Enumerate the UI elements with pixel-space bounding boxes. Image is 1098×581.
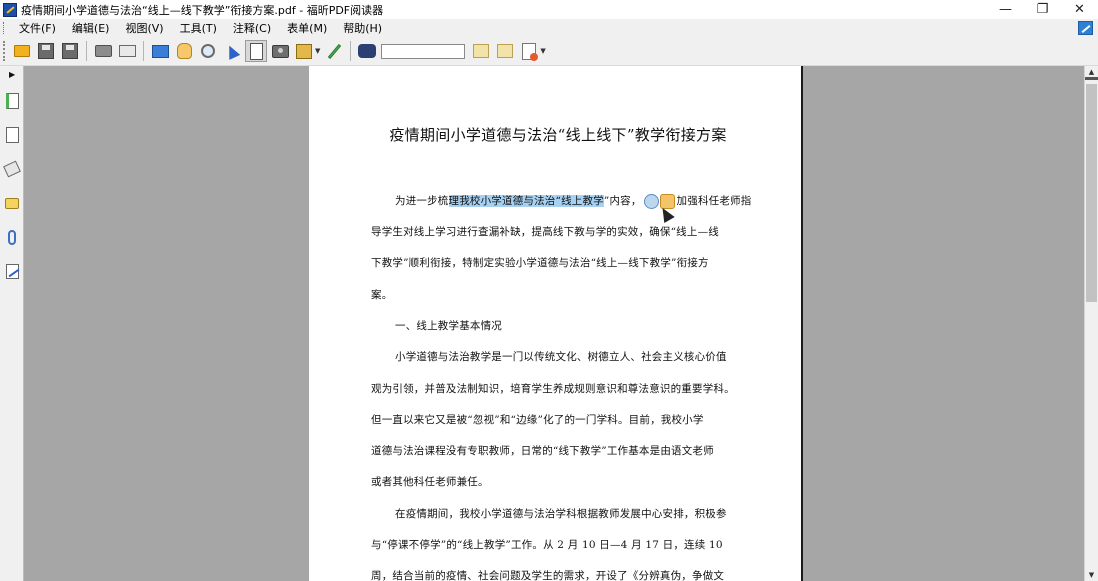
navigation-panel: ▶ [0,66,24,581]
vertical-scrollbar[interactable]: ▲ ▼ [1084,66,1098,581]
document-workspace[interactable]: 疫情期间小学道德与法治“线上线下”教学衔接方案 为进一步梳理我校小学道德与法治“… [24,66,1084,581]
paragraph-line: 与“停课不停学”的“线上教学”工作。从 2 月 10 日—4 月 17 日，连续… [371,539,723,551]
stamp-icon [296,43,312,59]
selection-popup[interactable] [643,193,675,209]
email-icon [118,45,136,57]
signatures-tab[interactable] [3,262,21,280]
fullscreen-button[interactable] [149,40,171,62]
zoom-icon [201,44,215,58]
minimize-button[interactable]: — [987,0,1024,19]
menu-edit[interactable]: 编辑(E) [64,20,118,36]
paperclip-icon [8,229,16,245]
select-arrow-icon [223,42,241,60]
page-thumbnail-icon [5,127,19,143]
restore-button[interactable]: ❐ [1024,0,1061,19]
save-icon [38,43,54,59]
menu-grip[interactable] [3,22,7,34]
search-input[interactable] [381,43,466,59]
layers-tab[interactable] [3,160,21,178]
paragraph-line: 小学道德与法治教学是一门以传统文化、树德立人、社会主义核心价值 [395,351,727,363]
pen-icon [327,43,342,59]
scroll-thumb[interactable] [1086,84,1097,302]
email-button[interactable] [116,40,138,62]
expand-panel-icon[interactable]: ▶ [9,70,15,79]
select-text-icon [249,42,263,60]
text-run: 加强科任老师指 [676,195,752,207]
paragraph-line: 周，结合当前的疫情、社会问题及学生的需求，开设了《分辨真伪，争做文 [371,570,725,581]
open-button[interactable] [11,40,33,62]
toolbar: ▼ ▼ [0,37,1098,66]
next-result-button[interactable] [494,40,516,62]
paragraph-line: 或者其他科任老师兼任。 [371,476,489,488]
menu-form[interactable]: 表单(M) [279,20,335,36]
image-icon[interactable] [1078,21,1093,35]
toolbar-separator [350,41,352,61]
hand-tool-button[interactable] [173,40,195,62]
text-run: 为进一步梳 [395,195,449,207]
menu-comment[interactable]: 注释(C) [225,20,279,36]
title-bar: 疫情期间小学道德与法治“线上—线下教学”衔接方案.pdf - 福昕PDF阅读器 … [0,0,1098,19]
close-button[interactable]: ✕ [1061,0,1098,19]
comment-icon [5,197,19,209]
paragraph-line: 导学生对线上学习进行查漏补缺，提高线下教与学的实效，确保“线上—线 [371,226,719,238]
window-title: 疫情期间小学道德与法治“线上—线下教学”衔接方案.pdf - 福昕PDF阅读器 [21,3,384,17]
paragraph-line: 道德与法治课程没有专职教师，日常的“线下教学”工作基本是由语文老师 [371,445,714,457]
window-controls: — ❐ ✕ [987,0,1098,19]
toolbar-separator [143,41,144,61]
save-button[interactable] [35,40,57,62]
section-heading: 一、线上教学基本情况 [395,320,502,332]
attachments-tab[interactable] [3,228,21,246]
paragraph-line: 为进一步梳理我校小学道德与法治“线上教学”内容， 加强科任老师指 [395,193,751,209]
select-tool-button[interactable] [221,40,243,62]
next-result-icon [497,44,514,58]
pen-button[interactable] [323,40,345,62]
toolbar-separator [86,41,87,61]
paragraph-line: 下教学”顺利衔接，特制定实验小学道德与法治“线上—线下教学”衔接方 [371,257,709,269]
bookmarks-tab[interactable] [3,92,21,110]
menu-help[interactable]: 帮助(H) [335,20,390,36]
signature-icon [5,263,19,279]
prev-result-button[interactable] [470,40,492,62]
translate-icon[interactable] [643,193,659,209]
save-all-button[interactable] [59,40,81,62]
find-icon [358,44,377,58]
open-folder-icon [14,45,30,57]
toolbar-grip[interactable] [3,41,8,61]
hand-icon [176,43,192,59]
prev-result-icon [473,44,490,58]
menu-view[interactable]: 视图(V) [117,20,171,36]
document-options-button[interactable] [518,40,540,62]
paragraph-line: 案。 [371,289,393,301]
fullscreen-icon [151,44,169,58]
document-title: 疫情期间小学道德与法治“线上线下”教学衔接方案 [389,126,727,144]
paragraph-line: 观为引领，并普及法制知识，培育学生养成规则意识和尊法意识的重要学科。 [371,383,735,395]
print-icon [94,45,112,57]
select-text-button[interactable] [245,40,267,62]
selected-text[interactable]: 理我校小学道德与法治“线上教学 [448,195,604,207]
bookmark-icon [5,93,19,109]
paragraph-line: 但一直以来它又是被“忽视”和“边缘”化了的一门学科。目前，我校小学 [371,414,704,426]
menu-file[interactable]: 文件(F) [11,20,64,36]
menu-tools[interactable]: 工具(T) [172,20,225,36]
document-options-dropdown-icon[interactable]: ▼ [540,47,545,55]
pdf-page[interactable]: 疫情期间小学道德与法治“线上线下”教学衔接方案 为进一步梳理我校小学道德与法治“… [309,66,803,581]
menu-bar: 文件(F) 编辑(E) 视图(V) 工具(T) 注释(C) 表单(M) 帮助(H… [0,19,1098,37]
save-all-icon [62,43,78,59]
print-button[interactable] [92,40,114,62]
stamp-button[interactable] [293,40,315,62]
scroll-up-button[interactable]: ▲ [1085,66,1098,80]
paragraph-line: 在疫情期间，我校小学道德与法治学科根据教师发展中心安排，积极参 [395,508,727,520]
find-button[interactable] [356,40,378,62]
foxit-app-icon [3,2,17,17]
scroll-down-button[interactable]: ▼ [1085,569,1098,581]
text-run: ”内容， [603,195,642,207]
stamp-dropdown-icon[interactable]: ▼ [315,47,320,55]
pages-tab[interactable] [3,126,21,144]
snapshot-icon [271,44,289,58]
comments-tab[interactable] [3,194,21,212]
layers-icon [3,160,21,178]
snapshot-button[interactable] [269,40,291,62]
document-icon [522,42,539,61]
zoom-tool-button[interactable] [197,40,219,62]
